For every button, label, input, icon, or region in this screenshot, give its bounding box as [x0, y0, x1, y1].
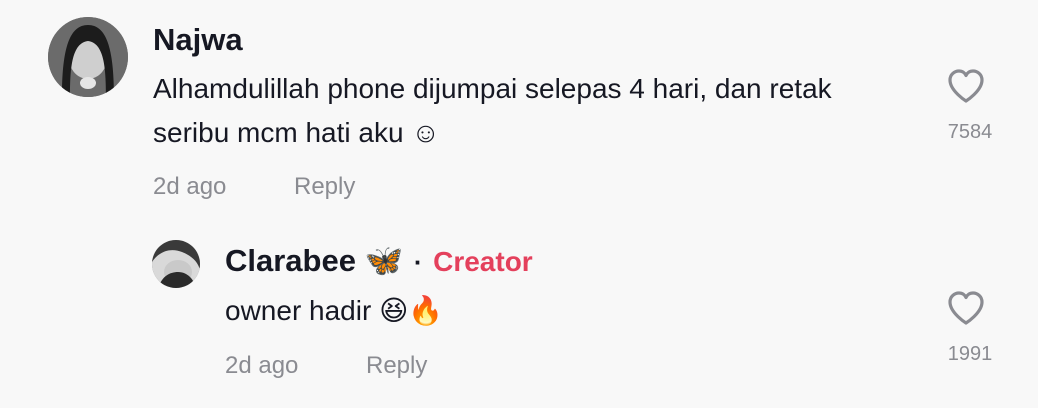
heart-outline-icon	[948, 291, 984, 325]
avatar[interactable]	[152, 240, 200, 288]
like-count: 1991	[947, 343, 993, 365]
separator: ·	[413, 247, 423, 277]
reply-author: Clarabee 🦋 · Creator	[225, 242, 533, 279]
like-button[interactable]	[946, 290, 986, 326]
like-count: 7584	[947, 121, 993, 143]
comment-timestamp: 2d ago	[153, 173, 227, 200]
comment-author[interactable]: Najwa	[153, 22, 243, 58]
like-button[interactable]	[946, 68, 986, 104]
avatar[interactable]	[48, 17, 128, 97]
heart-outline-icon	[948, 69, 984, 103]
avatar-photo	[152, 240, 200, 288]
reply-text: owner hadir 😆🔥	[225, 295, 444, 326]
avatar-photo	[48, 17, 128, 97]
creator-badge: Creator	[433, 246, 533, 277]
reply-button[interactable]: Reply	[366, 352, 427, 380]
comment-text: Alhamdulillah phone dijumpai selepas 4 h…	[153, 73, 832, 148]
reply-button[interactable]: Reply	[294, 173, 355, 201]
reply-timestamp: 2d ago	[225, 352, 299, 379]
reply-author-name[interactable]: Clarabee 🦋	[225, 243, 403, 278]
